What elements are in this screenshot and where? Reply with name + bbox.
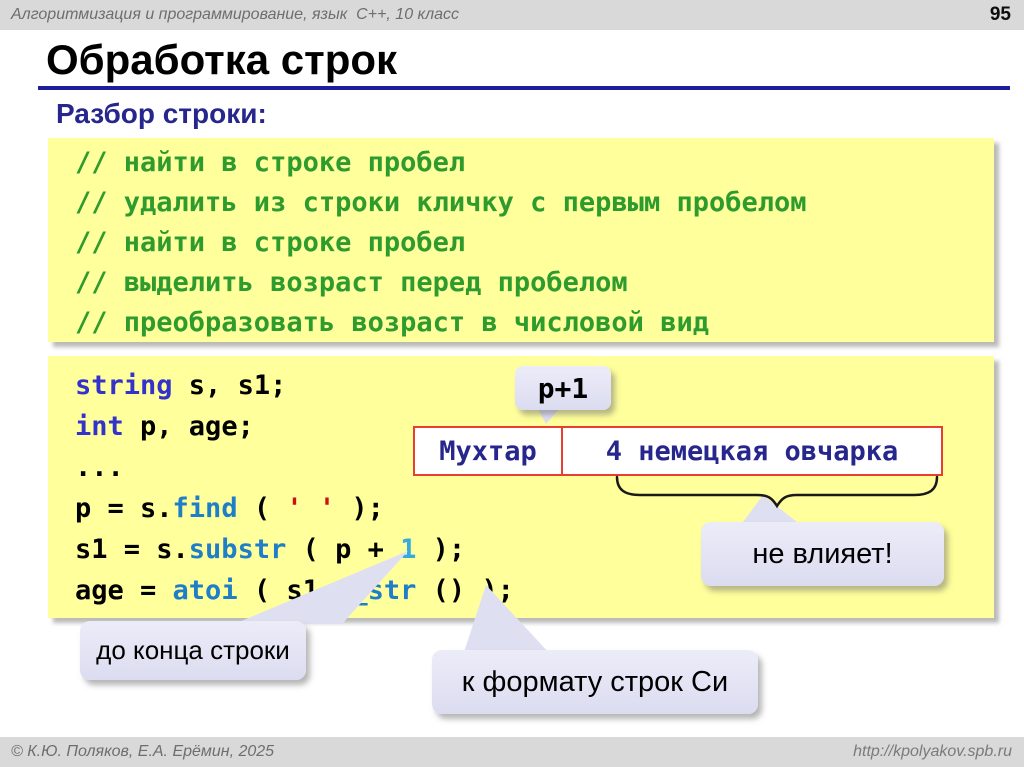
comment-line: // найти в строке пробел (48, 143, 994, 183)
comment-line: // удалить из строки кличку с первым про… (48, 183, 994, 223)
code-keyword: string (75, 370, 173, 401)
code-function: c_str (335, 575, 416, 606)
code-function: find (173, 493, 238, 524)
callout-p-plus-1: p+1 (515, 366, 611, 410)
code-string-literal: ' ' (286, 493, 335, 524)
callout-no-effect: не влияет! (701, 522, 944, 586)
callout-c-string-format: к формату строк Си (432, 650, 758, 714)
code-number: 1 (400, 534, 416, 565)
page-title: Обработка строк (46, 36, 397, 84)
header-bar: Алгоритмизация и программирование, язык … (0, 0, 1024, 30)
comment-line: // найти в строке пробел (48, 223, 994, 263)
comment-line: // преобразовать возраст в числовой вид (48, 303, 994, 343)
section-heading: Разбор строки: (56, 98, 267, 130)
footer-url: http://kpolyakov.spb.ru (853, 737, 1012, 767)
string-value-box: Мухтар 4 немецкая овчарка (413, 426, 943, 476)
string-cell-rest: 4 немецкая овчарка (563, 428, 941, 474)
slide: Алгоритмизация и программирование, язык … (0, 0, 1024, 767)
comment-line: // выделить возраст перед пробелом (48, 263, 994, 303)
footer-bar: © К.Ю. Поляков, Е.А. Ерёмин, 2025 http:/… (0, 737, 1024, 767)
comments-box: // найти в строке пробел // удалить из с… (48, 138, 994, 342)
title-underline (38, 86, 1010, 90)
code-function: substr (189, 534, 287, 565)
string-cell-name: Мухтар (415, 428, 563, 474)
code-keyword: int (75, 411, 124, 442)
page-number: 95 (990, 0, 1011, 30)
course-title: Алгоритмизация и программирование, язык … (11, 0, 459, 30)
footer-copyright: © К.Ю. Поляков, Е.А. Ерёмин, 2025 (11, 737, 274, 767)
callout-to-end-of-string: до конца строки (80, 621, 306, 680)
code-function: atoi (173, 575, 238, 606)
